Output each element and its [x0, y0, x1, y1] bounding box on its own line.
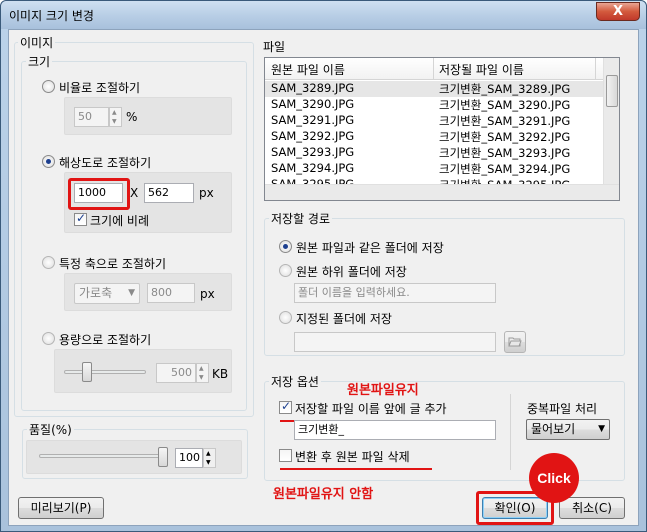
axis-unit: px — [200, 287, 215, 301]
axis-select-value: 가로축 — [79, 286, 113, 300]
col-original-header[interactable]: 원본 파일 이름 — [271, 61, 345, 78]
annotation-no-keep-original: 원본파일유지 안함 — [273, 487, 374, 502]
resolution-unit: px — [199, 186, 214, 200]
file-saved-name: 크기변환_SAM_3289.JPG — [439, 82, 571, 96]
file-saved-name: 크기변환_SAM_3293.JPG — [439, 146, 571, 160]
annotation-keep-original: 원본파일유지 — [347, 383, 419, 398]
specified-folder-label: 지정된 폴더에 저장 — [296, 312, 392, 326]
highlight-width-input — [68, 178, 130, 210]
delete-original-label: 변환 후 원본 파일 삭제 — [295, 450, 410, 464]
ratio-label: 비율로 조절하기 — [59, 81, 141, 95]
file-row[interactable]: SAM_3292.JPG 크기변환_SAM_3292.JPG — [265, 129, 603, 145]
axis-input[interactable]: 800 — [147, 283, 195, 303]
browse-folder-button[interactable] — [504, 331, 526, 353]
prefix-checkbox[interactable] — [279, 399, 292, 414]
file-list-vscroll[interactable] — [603, 58, 619, 184]
window-title: 이미지 크기 변경 — [9, 9, 94, 23]
file-row[interactable]: SAM_3290.JPG 크기변환_SAM_3290.JPG — [265, 97, 603, 113]
sub-folder-radio[interactable] — [279, 264, 292, 277]
file-list[interactable]: 원본 파일 이름 저장될 파일 이름 SAM_3289.JPG 크기변환_SAM_… — [264, 57, 620, 201]
file-group-label: 파일 — [261, 38, 288, 55]
duplicate-select-value: 물어보기 — [531, 422, 576, 436]
folder-open-icon — [508, 337, 522, 347]
underline-delete — [280, 468, 432, 470]
axis-select[interactable]: 가로축 ▼ — [74, 283, 140, 304]
preview-button[interactable]: 미리보기(P) — [18, 497, 104, 519]
file-original-name: SAM_3292.JPG — [271, 129, 355, 143]
keep-ratio-label: 크기에 비례 — [90, 214, 150, 228]
quality-slider-thumb[interactable] — [158, 447, 168, 467]
same-folder-radio[interactable] — [279, 240, 292, 253]
file-row[interactable]: SAM_3289.JPG 크기변환_SAM_3289.JPG — [265, 81, 603, 97]
file-list-header: 원본 파일 이름 저장될 파일 이름 — [265, 58, 603, 80]
col-saved-header[interactable]: 저장될 파일 이름 — [439, 61, 524, 78]
click-badge: Click — [529, 453, 579, 503]
column-divider — [433, 58, 434, 79]
quality-label: 품질(%) — [27, 421, 74, 438]
file-original-name: SAM_3291.JPG — [271, 113, 355, 127]
sub-folder-label: 원본 하위 폴더에 저장 — [296, 265, 407, 279]
file-row[interactable]: SAM_3291.JPG 크기변환_SAM_3291.JPG — [265, 113, 603, 129]
prefix-input[interactable]: 크기변환_ — [294, 420, 496, 440]
ratio-unit: % — [126, 110, 138, 124]
sub-folder-input[interactable]: 폴더 이름을 입력하세요. — [294, 283, 496, 303]
file-saved-name: 크기변환_SAM_3290.JPG — [439, 98, 571, 112]
axis-label: 특정 축으로 조절하기 — [59, 257, 166, 271]
file-saved-name: 크기변환_SAM_3292.JPG — [439, 130, 571, 144]
keep-ratio-checkbox[interactable] — [74, 211, 87, 226]
dialog-window: 이미지 크기 변경 X 이미지 크기 비율로 조절하기 50 ▲ ▼ % 해상도로… — [0, 0, 647, 532]
duplicate-select[interactable]: 물어보기 ▼ — [526, 419, 610, 440]
options-divider — [510, 394, 511, 470]
capacity-slider-thumb[interactable] — [82, 362, 92, 382]
file-saved-name: 크기변환_SAM_3294.JPG — [439, 162, 571, 176]
capacity-slider-track[interactable] — [64, 370, 146, 374]
save-options-label: 저장 옵션 — [269, 373, 321, 390]
capacity-unit: KB — [212, 367, 229, 381]
delete-original-checkbox[interactable] — [279, 449, 292, 462]
axis-radio[interactable] — [42, 256, 55, 269]
file-saved-name: 크기변환_SAM_3291.JPG — [439, 114, 571, 128]
file-original-name: SAM_3290.JPG — [271, 97, 355, 111]
file-row[interactable]: SAM_3294.JPG 크기변환_SAM_3294.JPG — [265, 161, 603, 177]
height-input[interactable]: 562 — [144, 183, 194, 203]
file-original-name: SAM_3289.JPG — [271, 81, 355, 95]
file-original-name: SAM_3294.JPG — [271, 161, 355, 175]
capacity-input[interactable]: 500 — [156, 363, 196, 383]
times-sign: X — [130, 186, 139, 200]
chevron-down-icon: ▼ — [128, 288, 135, 298]
quality-spinner[interactable]: ▲ ▼ — [203, 448, 216, 468]
quality-input[interactable]: 100 — [175, 448, 203, 468]
image-group-label: 이미지 — [18, 34, 56, 51]
resolution-radio[interactable] — [42, 155, 55, 168]
ratio-input[interactable]: 50 — [74, 107, 109, 127]
file-row[interactable]: SAM_3293.JPG 크기변환_SAM_3293.JPG — [265, 145, 603, 161]
specified-folder-radio[interactable] — [279, 311, 292, 324]
prefix-label: 저장할 파일 이름 앞에 글 추가 — [295, 402, 447, 416]
file-original-name: SAM_3293.JPG — [271, 145, 355, 159]
duplicate-label: 중복파일 처리 — [527, 402, 598, 416]
ratio-radio[interactable] — [42, 80, 55, 93]
close-button[interactable]: X — [596, 2, 640, 21]
chevron-down-icon: ▼ — [598, 424, 605, 434]
quality-slider-track[interactable] — [39, 454, 163, 458]
resolution-label: 해상도로 조절하기 — [59, 156, 152, 170]
capacity-spinner[interactable]: ▲ ▼ — [196, 363, 209, 383]
same-folder-label: 원본 파일과 같은 폴더에 저장 — [296, 241, 444, 255]
vscroll-thumb[interactable] — [606, 75, 618, 107]
column-divider-end — [595, 58, 596, 79]
capacity-radio[interactable] — [42, 332, 55, 345]
save-path-label: 저장할 경로 — [269, 210, 333, 227]
size-group-label: 크기 — [26, 53, 53, 70]
dialog-client: 이미지 크기 비율로 조절하기 50 ▲ ▼ % 해상도로 조절하기 1000 X… — [8, 29, 639, 526]
specified-folder-input[interactable] — [294, 332, 496, 352]
ratio-spinner[interactable]: ▲ ▼ — [109, 107, 122, 127]
file-list-hscroll[interactable] — [265, 184, 619, 200]
cancel-button[interactable]: 취소(C) — [559, 497, 625, 519]
capacity-label: 용량으로 조절하기 — [59, 333, 152, 347]
title-bar: 이미지 크기 변경 X — [1, 1, 646, 29]
